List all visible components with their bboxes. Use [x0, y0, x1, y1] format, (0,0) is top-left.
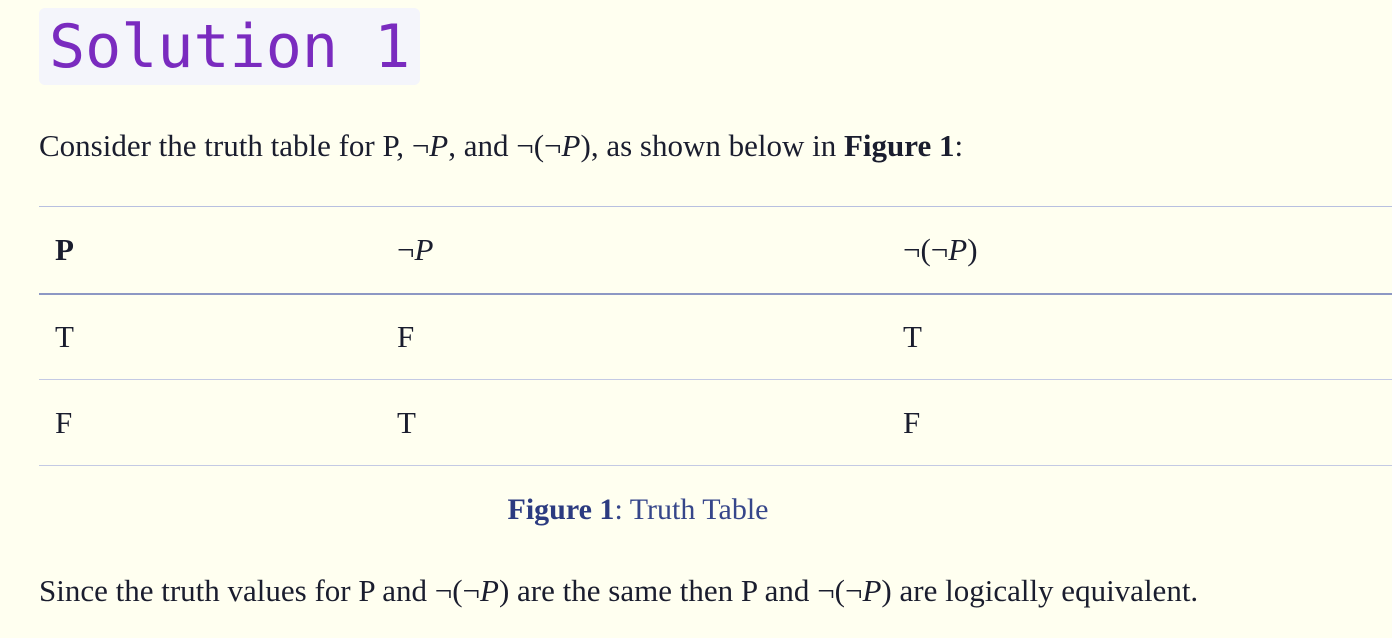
conclusion-paragraph: Since the truth values for P and ¬(¬P) a…: [39, 571, 1198, 611]
table-row: T F T: [39, 294, 1392, 380]
math-var-p: P: [429, 128, 449, 163]
header-double-neg-p: ¬(¬P): [903, 231, 978, 267]
header-p: P: [55, 231, 74, 267]
conclusion-text-3: are logically equivalent.: [891, 573, 1199, 608]
header-not-p: ¬P: [397, 231, 434, 267]
math-double-neg-prefix: ¬(¬: [434, 573, 481, 608]
math-not-symbol: ¬: [411, 128, 430, 163]
table-cell: F: [55, 404, 73, 440]
math-close-paren: ): [881, 573, 892, 608]
truth-table: P ¬P ¬(¬P) T F T F T F: [39, 206, 1392, 466]
intro-text-3: , as shown below in: [590, 128, 844, 163]
math-var-p: P: [862, 573, 882, 608]
conclusion-text-1: Since the truth values for P and: [39, 573, 435, 608]
math-var-p: P: [480, 573, 499, 608]
math-var-p: P: [561, 128, 581, 163]
table-cell: T: [903, 318, 922, 354]
heading-text: Solution 1: [49, 11, 411, 82]
intro-text-1: Consider the truth table for P,: [39, 128, 412, 163]
table-cell: T: [397, 404, 416, 440]
caption-text: : Truth Table: [614, 493, 769, 526]
math-close-paren: ): [498, 573, 510, 608]
math-double-neg-prefix: ¬(¬: [817, 573, 863, 608]
intro-text-4: :: [954, 128, 964, 163]
math-close-paren: ): [580, 128, 591, 163]
figure-reference: Figure 1: [843, 128, 955, 163]
intro-text-2: , and: [448, 128, 517, 163]
conclusion-text-2: are the same then P and: [509, 573, 818, 608]
table-header-row: P ¬P ¬(¬P): [39, 206, 1392, 294]
caption-label: Figure 1: [507, 493, 615, 526]
table-cell: F: [397, 318, 415, 354]
figure-caption: Figure 1: Truth Table: [0, 490, 1276, 530]
math-double-neg-prefix: ¬(¬: [516, 128, 562, 163]
table-row: F T F: [39, 380, 1392, 466]
intro-paragraph: Consider the truth table for P, ¬P, and …: [39, 126, 963, 166]
table-cell: T: [55, 318, 74, 354]
solution-heading: Solution 1: [39, 8, 421, 85]
table-cell: F: [903, 404, 921, 440]
